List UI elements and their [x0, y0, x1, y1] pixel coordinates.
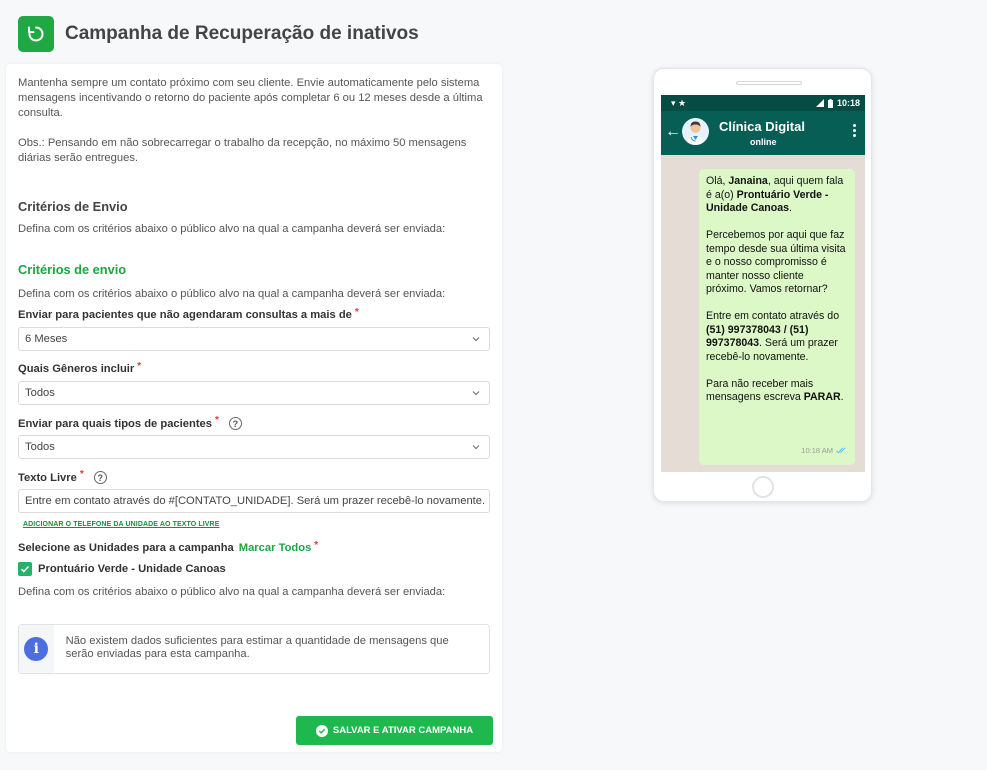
units-label: Selecione as Unidades para a campanha Ma…	[18, 539, 319, 555]
status-bar: ▾ ★ 10:18	[661, 95, 865, 111]
required-marker: *	[79, 469, 84, 480]
chat-header: ← Clínica Digital online	[661, 111, 865, 155]
wifi-star-icons: ▾ ★	[671, 97, 687, 108]
mark-all-link[interactable]: Marcar Todos	[239, 542, 312, 554]
patient-types-select[interactable]: Todos	[18, 435, 490, 459]
section-title: Critérios de Envio	[18, 199, 128, 214]
page-header: Campanha de Recuperação de inativos	[18, 16, 419, 52]
section-description: Defina com os critérios abaixo o público…	[18, 223, 446, 235]
campaign-form-card: Mantenha sempre um contato próximo com s…	[6, 64, 502, 752]
message-contact: Entre em contato através do (51) 9973780…	[706, 310, 840, 363]
required-marker: *	[137, 360, 142, 372]
message-greeting: Olá, Janaina, aqui quem fala é a(o) Pron…	[706, 175, 844, 214]
message-time: 10:18 AM	[801, 444, 847, 458]
criteria-title: Critérios de envio	[18, 262, 127, 277]
info-text: Não existem dados suficientes para estim…	[65, 635, 449, 660]
chevron-down-icon	[472, 337, 480, 342]
intro-paragraph: Mantenha sempre um contato próximo com s…	[18, 77, 483, 119]
message-body: Percebemos por aqui que faz tempo desde …	[706, 229, 846, 295]
check-circle-icon	[315, 724, 328, 737]
required-marker: *	[354, 306, 359, 318]
genders-label: Quais Gêneros incluir *	[18, 360, 142, 376]
doctor-avatar	[682, 118, 709, 145]
phone-speaker	[736, 81, 802, 85]
patient-types-label: Enviar para quais tipos de pacientes * ?	[18, 415, 242, 430]
double-check-icon	[836, 447, 846, 454]
chevron-down-icon	[472, 445, 480, 450]
check-icon	[20, 565, 30, 573]
free-text-input[interactable]: Entre em contato através do #[CONTATO_UN…	[18, 489, 490, 513]
phone-screen: ▾ ★ 10:18 ← Clínica Digital online Olá, …	[661, 95, 865, 472]
page-title: Campanha de Recuperação de inativos	[65, 23, 419, 44]
genders-select[interactable]: Todos	[18, 381, 490, 405]
unit-checkbox-row[interactable]: Prontuário Verde - Unidade Canoas	[18, 562, 226, 576]
phone-preview: ▾ ★ 10:18 ← Clínica Digital online Olá, …	[653, 68, 872, 502]
message-bubble: Olá, Janaina, aqui quem fala é a(o) Pron…	[699, 169, 855, 465]
required-marker: *	[214, 415, 219, 426]
free-text-label: Texto Livre * ?	[18, 469, 107, 484]
criteria-description: Defina com os critérios abaixo o público…	[18, 288, 446, 300]
status-time: 10:18	[836, 98, 860, 108]
add-phone-link[interactable]: ADICIONAR O TELEFONE DA UNIDADE AO TEXTO…	[23, 521, 219, 528]
months-label: Enviar para pacientes que não agendaram …	[18, 306, 359, 322]
contact-status: online	[750, 137, 777, 147]
battery-icon	[827, 98, 833, 108]
units-description: Defina com os critérios abaixo o público…	[18, 586, 446, 598]
unit-label: Prontuário Verde - Unidade Canoas	[38, 563, 226, 575]
home-button	[752, 476, 774, 498]
message-optout: Para não receber mais mensagens escreva …	[706, 377, 844, 404]
help-icon[interactable]: ?	[228, 417, 242, 430]
save-activate-button[interactable]: SALVAR E ATIVAR CAMPANHA	[296, 716, 493, 745]
info-icon: i	[24, 637, 49, 661]
intro-text: Mantenha sempre um contato próximo com s…	[18, 76, 488, 166]
info-alert: i Não existem dados suficientes para est…	[18, 624, 490, 674]
signal-icon	[815, 99, 824, 107]
refresh-icon	[18, 16, 54, 52]
required-marker: *	[314, 539, 319, 551]
more-options-icon[interactable]	[853, 124, 856, 137]
help-icon[interactable]: ?	[93, 471, 107, 484]
back-arrow-icon[interactable]: ←	[665, 123, 681, 141]
months-select[interactable]: 6 Meses	[18, 327, 490, 351]
chevron-down-icon	[472, 391, 480, 396]
contact-name: Clínica Digital	[719, 119, 805, 134]
intro-note: Obs.: Pensando em não sobrecarregar o tr…	[18, 137, 467, 164]
checkbox[interactable]	[18, 562, 32, 576]
